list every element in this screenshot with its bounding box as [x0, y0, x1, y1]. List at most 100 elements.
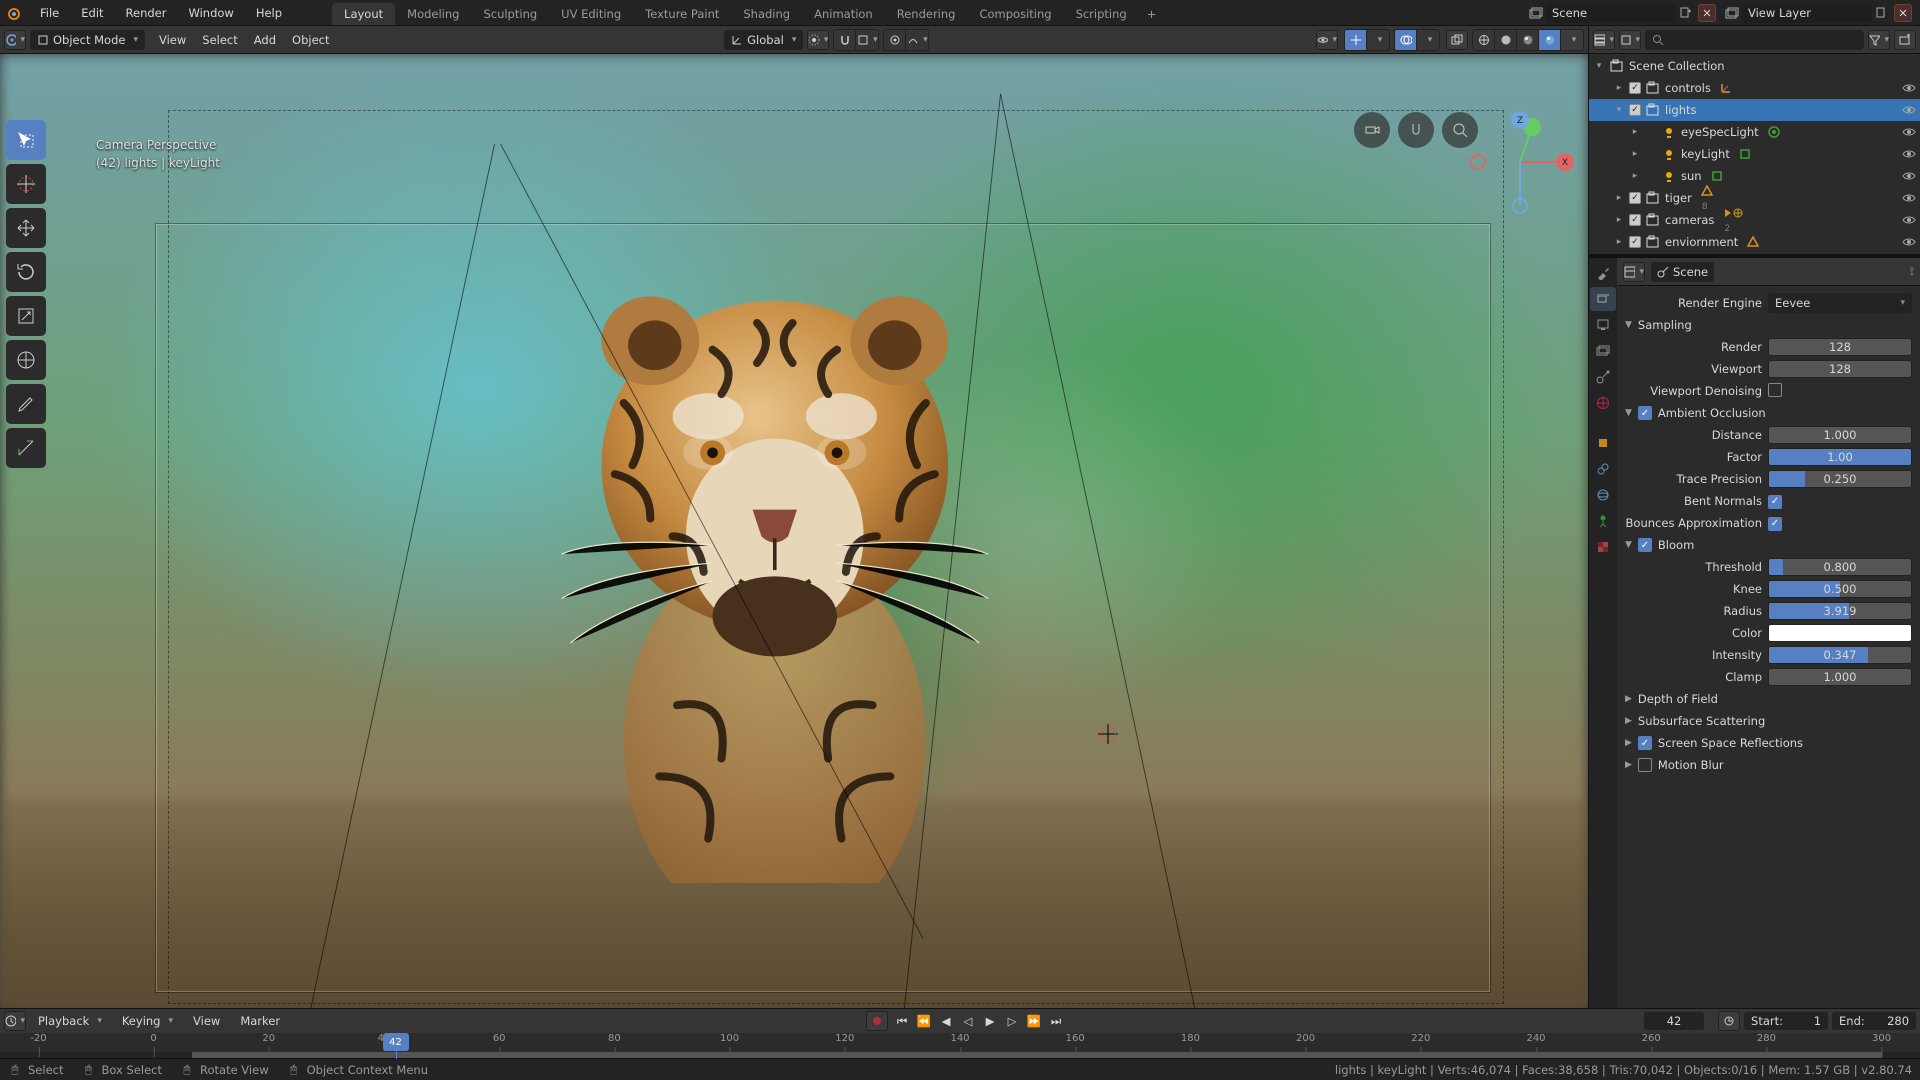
shading-wireframe[interactable]: [1473, 30, 1495, 50]
tool-transform[interactable]: [6, 340, 46, 380]
outliner-row-tiger[interactable]: ▸✓tiger8: [1589, 187, 1920, 209]
tool-scale[interactable]: [6, 296, 46, 336]
ao-bounce-checkbox[interactable]: ✓: [1768, 517, 1782, 531]
tool-select-box[interactable]: [6, 120, 46, 160]
frame-next-button[interactable]: ▷: [1002, 1012, 1022, 1030]
frame-prev-button[interactable]: ◀: [936, 1012, 956, 1030]
jump-end-button[interactable]: ⏭: [1046, 1012, 1066, 1030]
panel-ao-title[interactable]: Ambient Occlusion: [1658, 406, 1766, 420]
workspace-add-button[interactable]: +: [1139, 3, 1165, 25]
bloom-intensity-field[interactable]: 0.347: [1768, 646, 1912, 664]
transform-orientation[interactable]: Global: [724, 30, 803, 50]
outliner-row-enviornment[interactable]: ▸✓enviornment: [1589, 231, 1920, 253]
outliner-new-collection[interactable]: [1894, 30, 1916, 50]
play-button[interactable]: ▶: [980, 1012, 1000, 1030]
shading-rendered[interactable]: [1539, 30, 1561, 50]
viewport-menu-select[interactable]: Select: [194, 30, 245, 50]
workspace-tab-modeling[interactable]: Modeling: [395, 3, 471, 25]
prop-tab-texture[interactable]: [1590, 535, 1616, 559]
view-camera-button[interactable]: [1354, 112, 1390, 148]
collection-enable-checkbox[interactable]: ✓: [1629, 192, 1641, 204]
prop-tab-data[interactable]: [1590, 509, 1616, 533]
shading-solid[interactable]: [1495, 30, 1517, 50]
viewlayer-new-icon[interactable]: [1872, 3, 1892, 23]
panel-sampling-title[interactable]: Sampling: [1638, 318, 1692, 332]
bloom-color-swatch[interactable]: [1768, 624, 1912, 642]
visibility-eye-icon[interactable]: [1902, 125, 1916, 139]
end-frame-field[interactable]: End:280: [1832, 1012, 1916, 1030]
expand-toggle[interactable]: ▸: [1629, 127, 1641, 137]
timeline-menu-keying[interactable]: Keying: [114, 1011, 181, 1031]
ao-bent-checkbox[interactable]: ✓: [1768, 495, 1782, 509]
viewport-denoise-checkbox[interactable]: [1768, 383, 1782, 397]
sampling-viewport-field[interactable]: 128: [1768, 360, 1912, 378]
scene-browse-icon[interactable]: [1526, 3, 1546, 23]
menu-edit[interactable]: Edit: [71, 2, 113, 24]
proportional-toggle[interactable]: [884, 30, 906, 50]
menu-file[interactable]: File: [30, 2, 69, 24]
panel-dof-title[interactable]: Depth of Field: [1638, 692, 1718, 706]
overlays-options[interactable]: [1417, 30, 1439, 50]
ao-trace-field[interactable]: 0.250: [1768, 470, 1912, 488]
outliner-row-lights[interactable]: ▾✓lights: [1589, 99, 1920, 121]
snap-options[interactable]: [856, 30, 878, 50]
outliner-row-keyLight[interactable]: ▸keyLight: [1589, 143, 1920, 165]
pivot-point-selector[interactable]: [807, 30, 829, 50]
outliner-row-eyeSpecLight[interactable]: ▸eyeSpecLight: [1589, 121, 1920, 143]
timeline-ruler[interactable]: -200204060801001201401601802002202402602…: [0, 1033, 1920, 1058]
object-visibility-filter[interactable]: [1316, 30, 1338, 50]
outliner-row-controls[interactable]: ▸✓controls: [1589, 77, 1920, 99]
workspace-tab-uv-editing[interactable]: UV Editing: [549, 3, 633, 25]
bloom-knee-field[interactable]: 0.500: [1768, 580, 1912, 598]
expand-toggle[interactable]: ▸: [1629, 149, 1641, 159]
bloom-threshold-field[interactable]: 0.800: [1768, 558, 1912, 576]
workspace-tab-texture-paint[interactable]: Texture Paint: [633, 3, 731, 25]
expand-toggle[interactable]: ▸: [1613, 237, 1625, 247]
viewport-menu-view[interactable]: View: [151, 30, 194, 50]
show-overlays-toggle[interactable]: [1395, 30, 1417, 50]
tool-cursor[interactable]: [6, 164, 46, 204]
viewlayer-name-field[interactable]: View Layer: [1742, 3, 1872, 23]
bloom-clamp-field[interactable]: 1.000: [1768, 668, 1912, 686]
visibility-eye-icon[interactable]: [1902, 235, 1916, 249]
preview-range-toggle[interactable]: [1718, 1011, 1740, 1031]
tool-measure[interactable]: [6, 428, 46, 468]
prop-tab-physics[interactable]: [1590, 483, 1616, 507]
gizmo-options[interactable]: [1367, 30, 1389, 50]
expand-toggle[interactable]: ▸: [1613, 193, 1625, 203]
ao-enable-checkbox[interactable]: ✓: [1638, 406, 1652, 420]
jump-start-button[interactable]: ⏮: [892, 1012, 912, 1030]
viewlayer-browse-icon[interactable]: [1722, 3, 1742, 23]
workspace-tab-scripting[interactable]: Scripting: [1064, 3, 1139, 25]
xray-toggle[interactable]: [1446, 30, 1468, 50]
scene-new-icon[interactable]: [1676, 3, 1696, 23]
ao-factor-field[interactable]: 1.00: [1768, 448, 1912, 466]
panel-bloom-title[interactable]: Bloom: [1658, 538, 1694, 552]
viewport-menu-object[interactable]: Object: [284, 30, 337, 50]
keyframe-prev-button[interactable]: ⏪: [914, 1012, 934, 1030]
expand-toggle[interactable]: ▸: [1613, 83, 1625, 93]
menu-render[interactable]: Render: [116, 2, 177, 24]
ao-distance-field[interactable]: 1.000: [1768, 426, 1912, 444]
prop-tab-object[interactable]: [1590, 431, 1616, 455]
visibility-eye-icon[interactable]: [1902, 81, 1916, 95]
expand-toggle[interactable]: ▸: [1629, 171, 1641, 181]
workspace-tab-animation[interactable]: Animation: [802, 3, 885, 25]
timeline-editor-type[interactable]: [4, 1011, 26, 1031]
outliner-row-cameras[interactable]: ▸✓cameras2: [1589, 209, 1920, 231]
viewport-menu-add[interactable]: Add: [246, 30, 284, 50]
prop-tab-tool[interactable]: [1590, 261, 1616, 285]
timeline-menu-playback[interactable]: Playback: [30, 1011, 110, 1031]
prop-tab-viewlayer[interactable]: [1590, 339, 1616, 363]
prop-tab-render[interactable]: [1590, 287, 1616, 311]
expand-toggle[interactable]: ▾: [1613, 105, 1625, 115]
collection-enable-checkbox[interactable]: ✓: [1629, 236, 1641, 248]
proportional-falloff[interactable]: [906, 30, 928, 50]
visibility-eye-icon[interactable]: [1902, 169, 1916, 183]
visibility-eye-icon[interactable]: [1902, 147, 1916, 161]
sampling-render-field[interactable]: 128: [1768, 338, 1912, 356]
outliner-search-input[interactable]: [1645, 30, 1864, 50]
outliner-editor-type[interactable]: [1593, 30, 1615, 50]
timeline-menu-view[interactable]: View: [185, 1011, 228, 1031]
visibility-eye-icon[interactable]: [1902, 191, 1916, 205]
